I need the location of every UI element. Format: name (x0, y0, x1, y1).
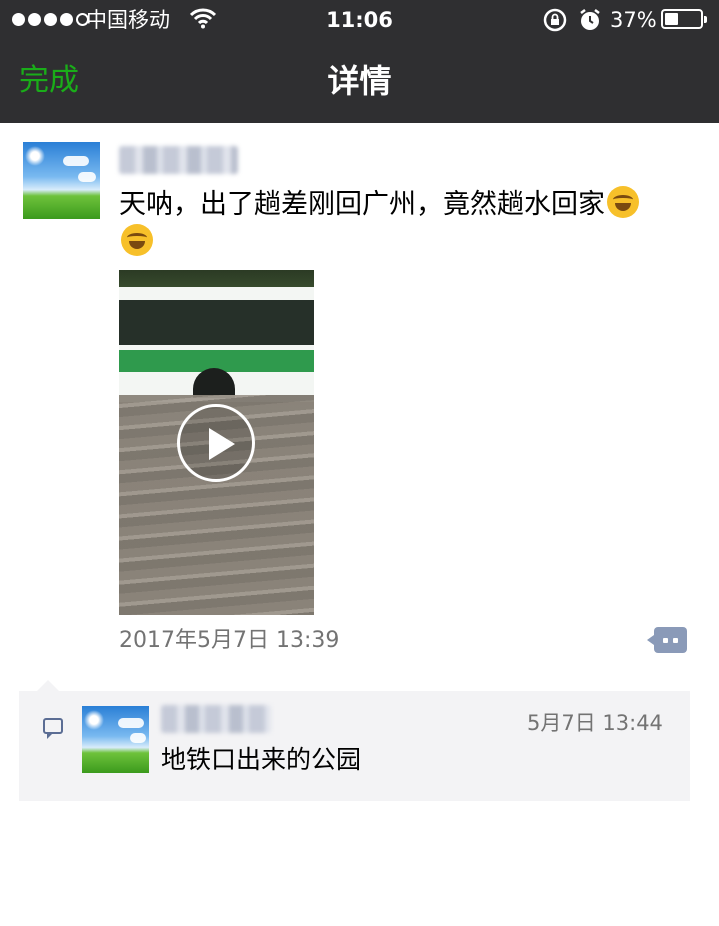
video-bus-window (119, 300, 314, 345)
avatar-cloud (118, 718, 144, 728)
avatar-sun (25, 146, 45, 166)
battery-icon (661, 9, 707, 29)
post-timestamp: 2017年5月7日 13:39 (119, 628, 340, 653)
comment-bubble-icon (43, 718, 63, 739)
avatar-sun (84, 710, 104, 730)
comment-text[interactable]: 地铁口出来的公园 (161, 744, 361, 776)
tears-of-joy-emoji-icon (607, 186, 639, 218)
status-bar: 中国移动 11:06 37% (0, 0, 719, 40)
avatar-cloud (130, 733, 146, 743)
page-title: 详情 (327, 62, 392, 100)
alarm-clock-icon (580, 9, 600, 30)
tears-of-joy-emoji-icon (121, 224, 153, 256)
navigation-header: 中国移动 11:06 37% 完成 详情 (0, 0, 719, 123)
comment-timestamp: 5月7日 13:44 (527, 711, 663, 735)
battery-nub (704, 16, 707, 23)
battery-level-fill (665, 13, 678, 25)
author-name-blurred[interactable] (119, 146, 238, 174)
comment-like-menu-button[interactable] (647, 627, 687, 653)
commenter-name-blurred[interactable] (161, 705, 271, 733)
post-text: 天呐，出了趟差刚回广州，竟然趟水回家 (119, 186, 689, 262)
author-avatar[interactable] (23, 142, 100, 219)
menu-dot (673, 638, 678, 643)
commenter-avatar[interactable] (82, 706, 149, 773)
video-thumbnail[interactable] (119, 270, 314, 615)
post-text-content: 天呐，出了趟差刚回广州，竟然趟水回家 (119, 189, 605, 220)
rotation-lock-icon (543, 8, 567, 32)
avatar-cloud (78, 172, 96, 182)
battery-percentage: 37% (610, 8, 657, 32)
avatar-cloud (63, 156, 89, 166)
play-icon[interactable] (177, 404, 255, 482)
menu-dot (663, 638, 668, 643)
